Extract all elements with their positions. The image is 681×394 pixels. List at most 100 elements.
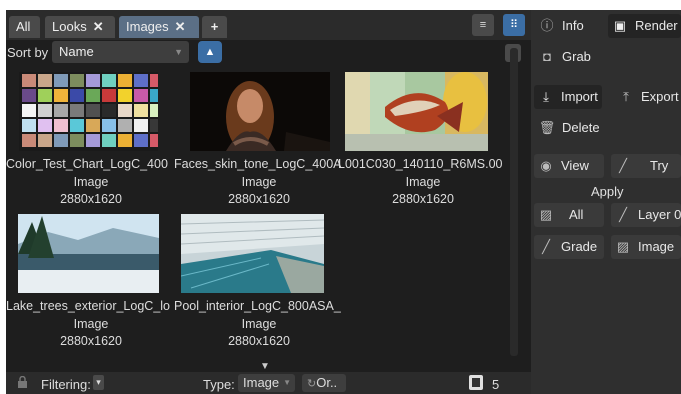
or-filter-button[interactable]: ↻Or.. (302, 374, 346, 392)
color-swatch (70, 74, 84, 87)
color-swatch (118, 134, 132, 147)
view-label: View (561, 158, 589, 173)
color-swatch (86, 119, 100, 132)
filter-menu-button[interactable]: ▾ (93, 375, 104, 390)
color-swatch (22, 119, 36, 132)
item-name: Color_Test_Chart_LogC_400 (6, 157, 168, 171)
or-label: Or.. (316, 375, 338, 390)
list-view-button[interactable]: ≡ (472, 14, 494, 36)
close-icon[interactable]: ✕ (175, 19, 186, 34)
arrow-up-icon: ▲ (204, 46, 216, 58)
brush-icon: ╱ (619, 158, 627, 173)
chevron-down-icon: ▼ (174, 47, 183, 57)
color-swatch (150, 74, 158, 87)
item-name: Lake_trees_exterior_LogC_lo (6, 299, 170, 313)
color-swatch (38, 89, 52, 102)
apply-grade-button[interactable]: ╱ Grade (534, 235, 604, 259)
lock-icon[interactable] (18, 375, 27, 388)
thumbnail-pool (181, 214, 324, 293)
layer-label: Layer 0 (638, 207, 681, 222)
color-swatch (54, 89, 68, 102)
render-button[interactable]: ▣ Render (608, 14, 681, 38)
import-button[interactable]: ⤓ Import (534, 85, 602, 109)
apply-label: Apply (591, 184, 624, 199)
type-select-value: Image (243, 375, 280, 390)
grab-label: Grab (562, 49, 591, 64)
apply-all-button[interactable]: ▨ All (534, 203, 604, 227)
color-swatch (134, 89, 148, 102)
brush-icon: ╱ (542, 239, 550, 254)
tab-label: Looks (52, 19, 87, 34)
import-label: Import (561, 89, 598, 104)
grab-button[interactable]: ◘ Grab (535, 45, 605, 69)
color-swatch (54, 119, 68, 132)
color-swatch (54, 134, 68, 147)
color-swatch (54, 104, 68, 117)
color-swatch (102, 119, 116, 132)
scrollbar[interactable] (510, 48, 518, 356)
color-swatch (70, 119, 84, 132)
delete-label: Delete (562, 120, 600, 135)
tab-looks[interactable]: Looks ✕ (45, 16, 115, 38)
color-swatch (102, 89, 116, 102)
add-tab-button[interactable]: + (202, 16, 227, 38)
color-swatch (38, 104, 52, 117)
tab-label: Images (126, 19, 169, 34)
color-swatch (102, 74, 116, 87)
list-item[interactable]: Pool_interior_LogC_800ASA_ Image 2880x16… (174, 210, 344, 350)
color-swatch (118, 119, 132, 132)
color-swatch (54, 74, 68, 87)
item-type: Image (73, 317, 109, 331)
item-name: Faces_skin_tone_LogC_400A (174, 157, 342, 171)
color-swatch (70, 89, 84, 102)
color-swatch (70, 104, 84, 117)
list-icon: ≡ (479, 19, 487, 31)
list-item[interactable]: L001C030_140110_R6MS.00 Image 2880x1620 (338, 68, 508, 208)
try-button[interactable]: ╱ Try (611, 154, 681, 178)
close-icon[interactable]: ✕ (93, 19, 104, 34)
apply-layer-button[interactable]: ╱ Layer 0 (611, 203, 681, 227)
sort-direction-button[interactable]: ▲ (198, 41, 222, 63)
color-swatch (22, 89, 36, 102)
delete-button[interactable]: 🗑 Delete (535, 116, 605, 140)
brush-icon: ╱ (619, 207, 627, 222)
sort-by-label: Sort by (7, 45, 49, 60)
list-item[interactable]: Lake_trees_exterior_LogC_lo Image 2880x1… (6, 210, 176, 350)
item-name: L001C030_140110_R6MS.00 (338, 157, 503, 171)
tab-all[interactable]: All (9, 16, 40, 38)
info-label: Info (562, 18, 584, 33)
type-select[interactable]: Image ▼ (238, 374, 295, 392)
color-swatch (118, 104, 132, 117)
scroll-down-icon[interactable]: ▼ (260, 361, 270, 372)
info-button[interactable]: ⓘ Info (531, 14, 599, 38)
export-button[interactable]: ⤒ Export (614, 85, 681, 109)
color-swatch (86, 104, 100, 117)
color-swatch (150, 89, 158, 102)
items-count: 5 items (492, 377, 523, 394)
color-swatch (134, 134, 148, 147)
sort-select[interactable]: Name ▼ (52, 41, 189, 63)
tab-images[interactable]: Images ✕ (119, 16, 199, 38)
grid-view-button[interactable]: ⠿ (503, 14, 525, 36)
render-label: Render (635, 18, 678, 33)
color-swatch (38, 74, 52, 87)
filter-icon: ▾ (96, 377, 101, 387)
color-swatch (118, 89, 132, 102)
list-item[interactable]: Faces_skin_tone_LogC_400A Image 2880x162… (174, 68, 344, 208)
color-swatch (70, 134, 84, 147)
color-swatch (86, 134, 100, 147)
color-swatch (86, 89, 100, 102)
apply-image-button[interactable]: ▨ Image (611, 235, 681, 259)
footer-bar: Filtering: ▾ Type: Image▼ ↻Or.. 5 items (6, 372, 531, 394)
item-type: Image (241, 317, 277, 331)
color-swatch (38, 134, 52, 147)
list-item[interactable]: Color_Test_Chart_LogC_400 Image 2880x162… (6, 68, 176, 208)
import-icon: ⤓ (543, 89, 549, 104)
color-swatch (150, 134, 158, 147)
trash-icon: 🗑 (538, 120, 556, 135)
camera-icon: ◘ (543, 49, 551, 64)
view-button[interactable]: ◉ View (534, 154, 604, 178)
items-icon (469, 375, 483, 390)
export-label: Export (641, 89, 679, 104)
color-swatch (102, 134, 116, 147)
